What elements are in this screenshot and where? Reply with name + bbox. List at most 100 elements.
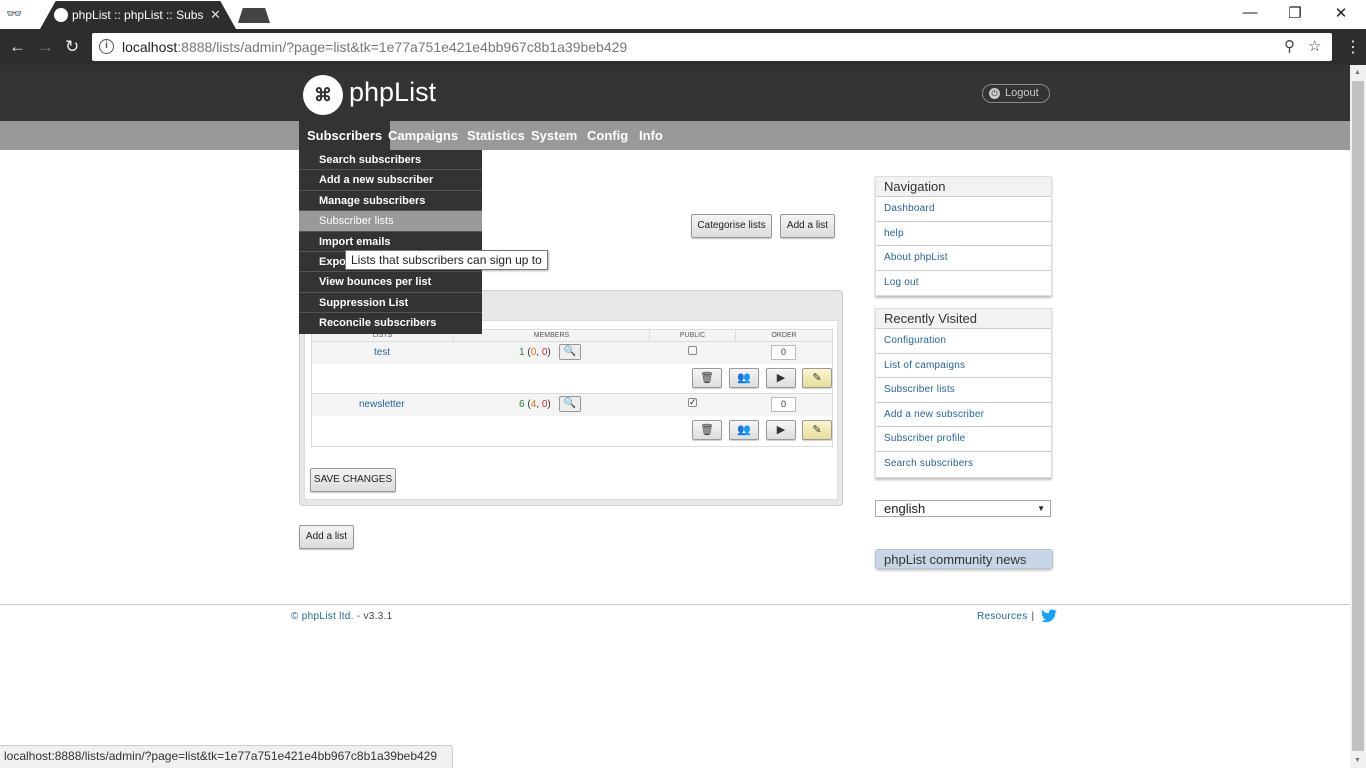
- view-members-search-icon[interactable]: 🔍: [559, 396, 581, 412]
- member-count: 1 (0, 0): [519, 347, 551, 358]
- footer-divider: [0, 604, 1350, 605]
- edit-note-icon[interactable]: ✎: [802, 420, 832, 440]
- footer-resources: Resources |: [977, 611, 1038, 622]
- copyright-link[interactable]: © phpList ltd.: [291, 611, 354, 622]
- nav-link-help[interactable]: help: [876, 221, 1051, 247]
- nav-subscribers[interactable]: Subscribers: [299, 121, 391, 150]
- recent-link-configuration[interactable]: Configuration: [876, 329, 1051, 354]
- tooltip: Lists that subscribers can sign up to: [345, 250, 548, 270]
- table-row: newsletter 6 (4, 0) 🔍 ✓ 0: [312, 394, 832, 416]
- recent-link-subscriber-lists[interactable]: Subscriber lists: [876, 378, 1051, 403]
- recent-link-search-subscribers[interactable]: Search subscribers: [876, 451, 1051, 477]
- community-news-box[interactable]: phpList community news: [875, 549, 1053, 569]
- url-text: localhost:8888/lists/admin/?page=list&tk…: [122, 39, 628, 55]
- info-icon[interactable]: i: [99, 39, 114, 54]
- add-list-bottom-button[interactable]: Add a list: [299, 525, 354, 549]
- nav-info[interactable]: Info: [631, 121, 671, 150]
- main-nav: Subscribers Campaigns Statistics System …: [0, 121, 1350, 150]
- minimize-icon[interactable]: —: [1240, 4, 1260, 21]
- browser-status-bar: localhost:8888/lists/admin/?page=list&tk…: [0, 745, 453, 768]
- order-input[interactable]: 0: [771, 397, 796, 412]
- table-row: test 1 (0, 0) 🔍 0: [312, 342, 832, 364]
- logo-text[interactable]: phpList: [349, 77, 436, 108]
- nav-system[interactable]: System: [523, 121, 585, 150]
- recently-visited-title: Recently Visited: [876, 309, 1051, 329]
- list-name-link[interactable]: test: [374, 347, 390, 358]
- scrollbar-thumb[interactable]: [1352, 81, 1364, 751]
- window-close-icon[interactable]: ✕: [1331, 4, 1351, 22]
- zoom-icon[interactable]: ⚲: [1284, 37, 1295, 55]
- nav-config[interactable]: Config: [579, 121, 636, 150]
- navigation-box: Navigation Dashboard help About phpList …: [875, 176, 1052, 297]
- phplist-logo-icon[interactable]: ⌘: [303, 75, 343, 115]
- site-header: ⌘ phpList ⏻ Logout: [0, 65, 1350, 121]
- order-input[interactable]: 0: [771, 345, 796, 360]
- send-campaign-play-icon[interactable]: ▶: [766, 420, 796, 440]
- col-public: PUBLIC: [650, 330, 736, 342]
- add-members-icon[interactable]: 👥: [729, 420, 759, 440]
- list-name-link[interactable]: newsletter: [359, 399, 405, 410]
- resources-link[interactable]: Resources: [977, 611, 1028, 622]
- back-icon[interactable]: ←: [9, 37, 26, 57]
- version-text: - v3.3.1: [353, 611, 393, 622]
- recent-link-campaigns[interactable]: List of campaigns: [876, 353, 1051, 379]
- recent-link-subscriber-profile[interactable]: Subscriber profile: [876, 427, 1051, 452]
- subscribers-dropdown-menu: Search subscribers Add a new subscriber …: [299, 150, 482, 334]
- new-tab-button[interactable]: [238, 8, 270, 23]
- menu-import-emails[interactable]: Import emails: [299, 232, 482, 252]
- tab-close-icon[interactable]: ✕: [210, 7, 221, 23]
- restore-icon[interactable]: ❐: [1285, 4, 1305, 22]
- scroll-up-icon[interactable]: ▲: [1354, 69, 1361, 76]
- menu-subscriber-lists[interactable]: Subscriber lists: [299, 211, 482, 232]
- logout-label: Logout: [1005, 87, 1039, 99]
- browser-menu-icon[interactable]: ⋮: [1345, 37, 1361, 57]
- bookmark-star-icon[interactable]: ☆: [1308, 37, 1321, 55]
- table-row-actions: 🗑 👥 ▶ ✎: [312, 416, 832, 446]
- delete-trash-icon[interactable]: 🗑: [692, 420, 722, 440]
- add-list-button[interactable]: Add a list: [780, 214, 835, 238]
- table-row-actions: 🗑 👥 ▶ ✎: [312, 364, 832, 394]
- save-changes-button[interactable]: SAVE CHANGES: [310, 468, 396, 492]
- menu-view-bounces[interactable]: View bounces per list: [299, 272, 482, 293]
- browser-tab[interactable]: phpList :: phpList :: Subsc ✕: [40, 1, 236, 29]
- nav-statistics[interactable]: Statistics: [459, 121, 533, 150]
- forward-icon[interactable]: →: [37, 37, 54, 57]
- browser-toolbar: ← → ↻ i localhost:8888/lists/admin/?page…: [0, 29, 1366, 65]
- tab-title: phpList :: phpList :: Subsc: [72, 8, 204, 22]
- page-scrollbar[interactable]: ▲ ▼: [1350, 65, 1366, 768]
- menu-suppression-list[interactable]: Suppression List: [299, 293, 482, 314]
- edit-note-icon[interactable]: ✎: [802, 368, 832, 388]
- nav-campaigns[interactable]: Campaigns: [380, 121, 466, 150]
- logout-button[interactable]: ⏻ Logout: [982, 84, 1050, 103]
- categorise-lists-button[interactable]: Categorise lists: [691, 214, 772, 238]
- send-campaign-play-icon[interactable]: ▶: [766, 368, 796, 388]
- chevron-down-icon: ▼: [1037, 504, 1045, 513]
- nav-link-logout[interactable]: Log out: [876, 270, 1051, 296]
- recent-link-add-subscriber[interactable]: Add a new subscriber: [876, 402, 1051, 428]
- menu-manage-subscribers[interactable]: Manage subscribers: [299, 191, 482, 212]
- navigation-title: Navigation: [876, 177, 1051, 197]
- language-select[interactable]: english ▼: [875, 500, 1051, 517]
- scroll-down-icon[interactable]: ▼: [1354, 757, 1361, 764]
- delete-trash-icon[interactable]: 🗑: [692, 368, 722, 388]
- footer-copyright: © phpList ltd. - v3.3.1: [291, 611, 393, 622]
- menu-add-subscriber[interactable]: Add a new subscriber: [299, 170, 482, 191]
- browser-tabstrip: 👓 phpList :: phpList :: Subsc ✕ — ❐ ✕: [0, 0, 1366, 29]
- public-checkbox-checked[interactable]: ✓: [688, 398, 697, 407]
- lists-table: LISTS MEMBERS PUBLIC ORDER test 1 (0, 0)…: [311, 329, 833, 447]
- nav-link-dashboard[interactable]: Dashboard: [876, 197, 1051, 222]
- address-bar[interactable]: i localhost:8888/lists/admin/?page=list&…: [92, 33, 1332, 61]
- reload-icon[interactable]: ↻: [65, 37, 79, 57]
- view-members-search-icon[interactable]: 🔍: [559, 344, 581, 360]
- menu-search-subscribers[interactable]: Search subscribers: [299, 150, 482, 171]
- footer-separator: |: [1031, 611, 1035, 622]
- member-count: 6 (4, 0): [519, 399, 551, 410]
- power-icon: ⏻: [989, 88, 1000, 99]
- col-order: ORDER: [771, 332, 797, 339]
- menu-reconcile-subscribers[interactable]: Reconcile subscribers: [299, 313, 482, 333]
- twitter-icon[interactable]: [1041, 609, 1057, 623]
- add-members-icon[interactable]: 👥: [729, 368, 759, 388]
- recently-visited-box: Recently Visited Configuration List of c…: [875, 308, 1052, 478]
- public-checkbox[interactable]: [688, 346, 697, 355]
- nav-link-about[interactable]: About phpList: [876, 246, 1051, 271]
